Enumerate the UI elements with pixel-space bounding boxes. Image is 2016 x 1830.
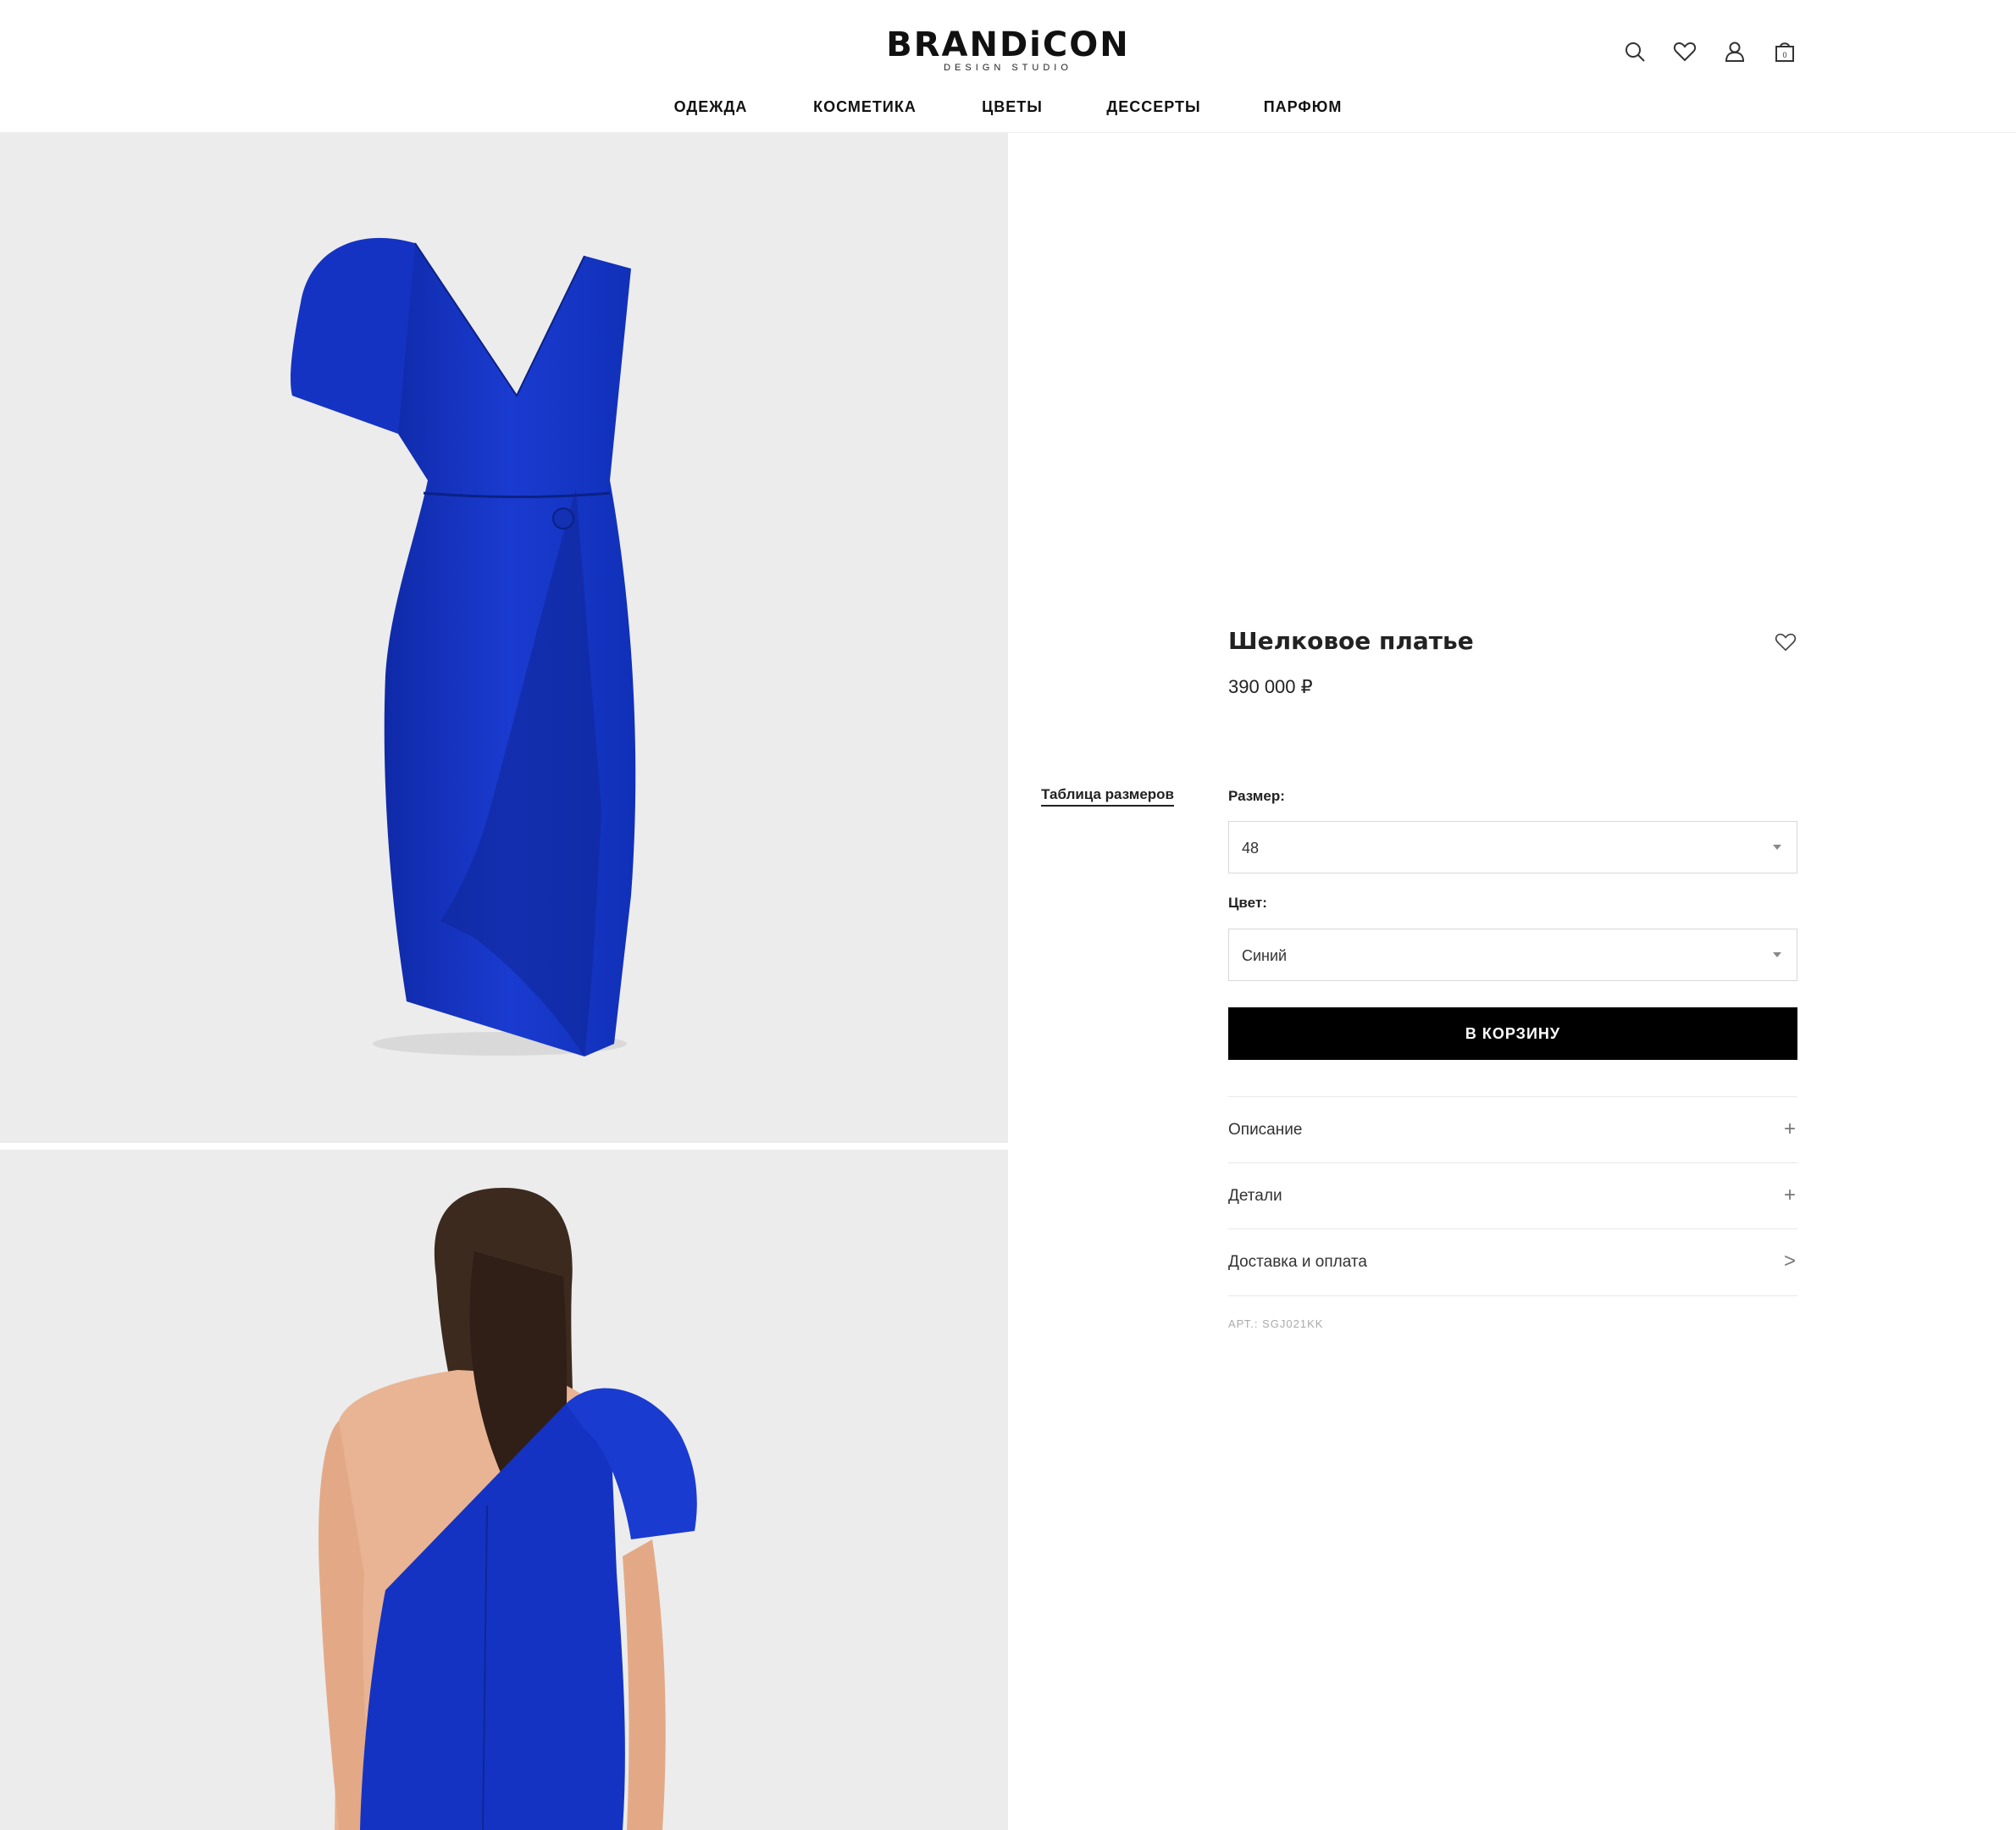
color-value: Синий xyxy=(1242,947,1288,964)
nav-item-flowers[interactable]: ЦВЕТЫ xyxy=(982,98,1043,116)
nav-item-desserts[interactable]: ДЕССЕРТЫ xyxy=(1106,98,1200,116)
chevron-down-icon xyxy=(1773,952,1781,957)
product-sku: АРТ.: SGJ021KK xyxy=(1228,1317,1324,1330)
nav-item-perfume[interactable]: ПАРФЮМ xyxy=(1264,98,1343,116)
size-label: Размер: xyxy=(1228,788,1285,804)
favorite-heart-icon[interactable] xyxy=(1774,630,1797,654)
accordion-label: Детали xyxy=(1228,1187,1282,1205)
product-info: Шелковое платье xyxy=(1228,618,1797,661)
accordion-details[interactable]: Детали + xyxy=(1228,1162,1797,1229)
heart-icon[interactable] xyxy=(1672,39,1698,64)
color-select[interactable]: Синий xyxy=(1228,929,1797,981)
accordion-label: Описание xyxy=(1228,1121,1303,1139)
size-select[interactable]: 48 xyxy=(1228,821,1797,873)
search-icon[interactable] xyxy=(1622,39,1648,64)
header-actions: 0 xyxy=(1622,39,1797,64)
accordion-delivery[interactable]: Доставка и оплата > xyxy=(1228,1228,1797,1295)
accordion-label: Доставка и оплата xyxy=(1228,1253,1367,1271)
chevron-down-icon xyxy=(1773,845,1781,850)
plus-icon: + xyxy=(1783,1184,1796,1206)
title-row: Шелковое платье xyxy=(1228,618,1797,661)
nav-item-clothing[interactable]: ОДЕЖДА xyxy=(674,98,748,116)
dress-front-photo[interactable] xyxy=(0,133,1008,1143)
divider xyxy=(1228,1295,1797,1296)
model-back-photo[interactable] xyxy=(0,1150,1008,1830)
color-label: Цвет: xyxy=(1228,895,1267,911)
cart-count: 0 xyxy=(1782,51,1786,59)
size-chart-link[interactable]: Таблица размеров xyxy=(1041,786,1174,807)
product-gallery xyxy=(0,133,1008,1830)
nav-item-cosmetics[interactable]: КОСМЕТИКА xyxy=(813,98,917,116)
product-price: 390 000 ₽ xyxy=(1228,676,1313,697)
plus-icon: + xyxy=(1783,1117,1796,1140)
accordion-description[interactable]: Описание + xyxy=(1228,1096,1797,1163)
add-to-cart-button[interactable]: В КОРЗИНУ xyxy=(1228,1007,1797,1060)
chevron-right-icon: > xyxy=(1783,1250,1796,1273)
size-value: 48 xyxy=(1242,840,1260,857)
user-icon[interactable] xyxy=(1722,39,1747,64)
cart-icon[interactable]: 0 xyxy=(1772,39,1797,64)
product-title: Шелковое платье xyxy=(1228,627,1474,655)
site-header: BRANDiCON DESIGN STUDIO ОДЕЖДА КОСМЕТИКА… xyxy=(0,0,2016,133)
